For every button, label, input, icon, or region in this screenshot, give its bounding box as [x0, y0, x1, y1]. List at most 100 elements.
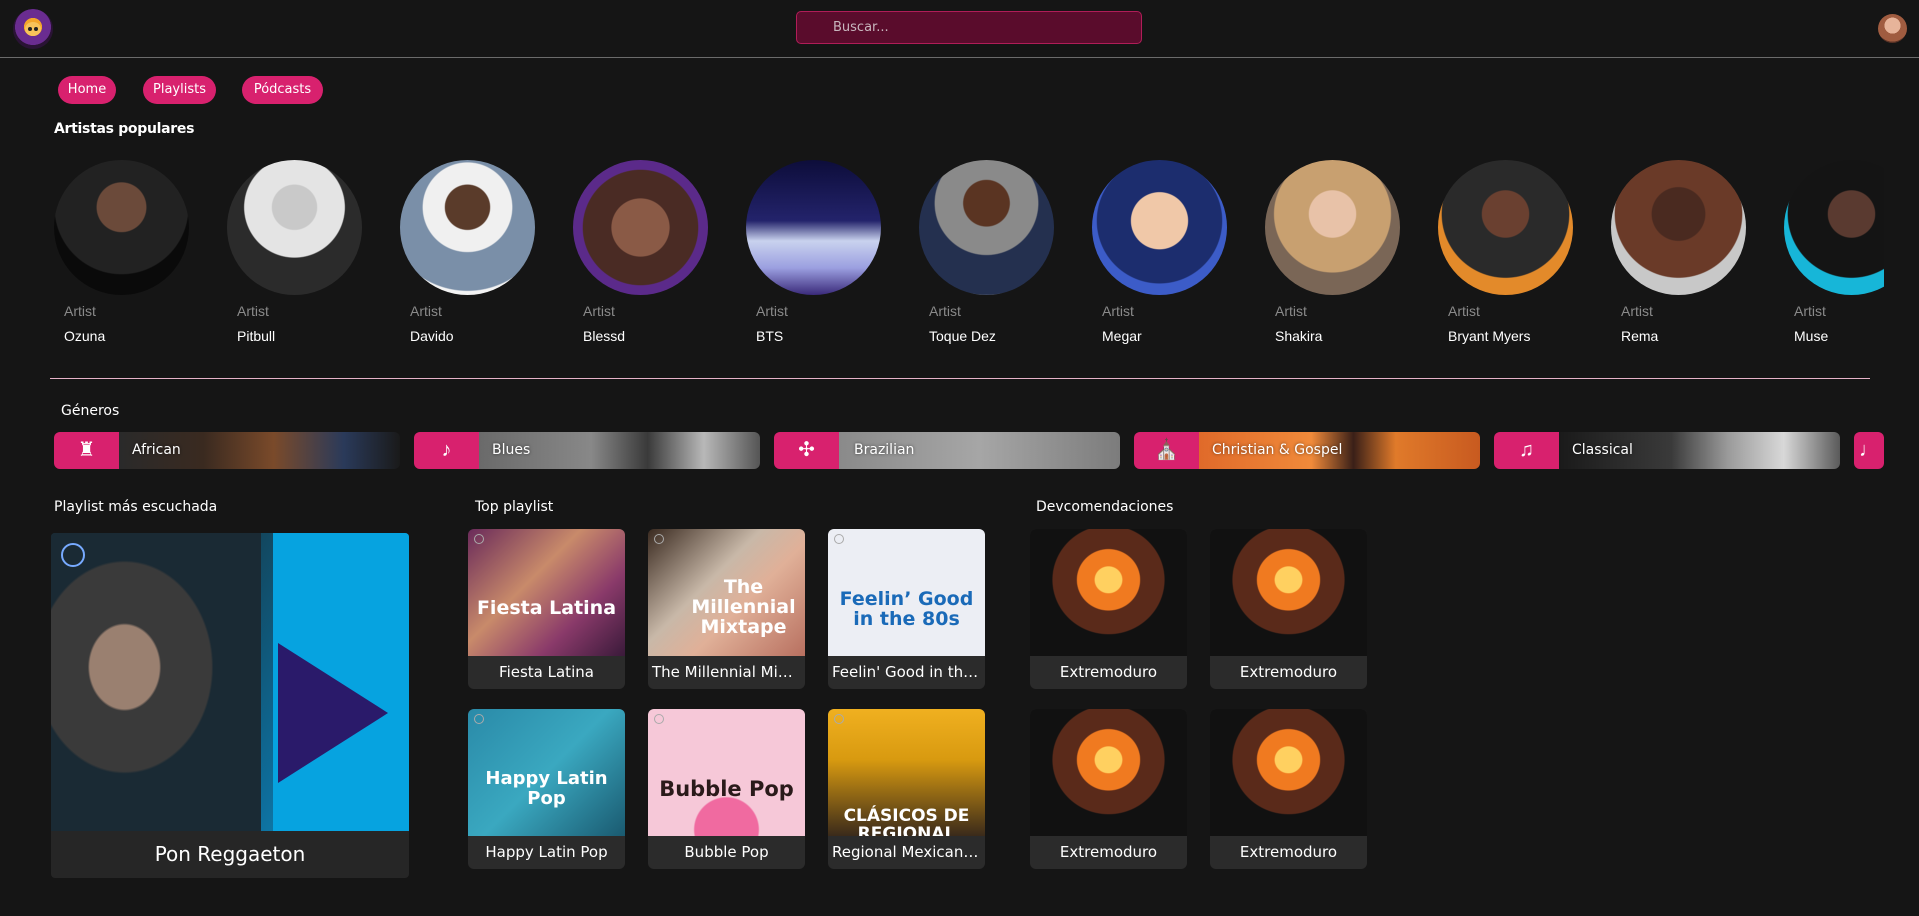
album-cover: [1210, 529, 1367, 656]
artist-card[interactable]: Artist Megar: [1092, 160, 1227, 350]
genres-section-title: Géneros: [61, 403, 120, 419]
badge-icon: [474, 714, 484, 724]
artist-card[interactable]: Artist Toque Dez: [919, 160, 1054, 350]
church-icon: ⛪: [1134, 432, 1199, 469]
top-playlist-card[interactable]: CLÁSICOS DE REGIONAL Regional Mexican Cl…: [828, 709, 985, 869]
artist-card[interactable]: Artist Shakira: [1265, 160, 1400, 350]
badge-icon: [654, 714, 664, 724]
playlist-cover: Feelin’ Good in the 80s: [828, 529, 985, 656]
recommendation-card[interactable]: Extremoduro: [1030, 529, 1187, 689]
artist-photo: [746, 160, 881, 295]
recommendation-card[interactable]: Extremoduro: [1210, 529, 1367, 689]
playlist-cover: CLÁSICOS DE REGIONAL: [828, 709, 985, 836]
cover-triangle: [278, 643, 388, 783]
user-avatar[interactable]: [1878, 14, 1907, 43]
cover-photo: [51, 533, 261, 831]
logo-eye: [28, 27, 32, 31]
album-cover: [1030, 529, 1187, 656]
genre-label: Blues: [492, 442, 531, 458]
cover-text: CLÁSICOS DE REGIONAL: [843, 806, 970, 836]
artist-card[interactable]: Artist Blessd: [573, 160, 708, 350]
artist-name: Shakira: [1275, 328, 1323, 344]
nav-playlists-button[interactable]: Playlists: [143, 76, 216, 104]
search-box[interactable]: [796, 11, 1142, 44]
search-input[interactable]: [797, 12, 1141, 43]
artist-card[interactable]: Artist Bryant Myers: [1438, 160, 1573, 350]
top-playlist-card[interactable]: Feelin’ Good in the 80s Feelin' Good in …: [828, 529, 985, 689]
genre-classical[interactable]: ♫ Classical: [1494, 432, 1840, 469]
badge-icon: [474, 534, 484, 544]
playlist-cover: The Millennial Mixtape: [648, 529, 805, 656]
cover-text: Feelin’ Good in the 80s: [839, 588, 974, 630]
app-logo[interactable]: [13, 9, 53, 49]
artist-card[interactable]: Artist Pitbull: [227, 160, 362, 350]
genre-next[interactable]: ♩: [1854, 432, 1884, 469]
artist-card[interactable]: Artist Ozuna: [54, 160, 189, 350]
cover-text: Fiesta Latina: [476, 597, 617, 619]
artist-kind: Artist: [1621, 303, 1653, 319]
most-played-playlist[interactable]: Pon Reggaeton: [51, 533, 409, 878]
artist-photo: [1784, 160, 1884, 295]
genre-label: Classical: [1572, 442, 1633, 458]
artist-photo: [227, 160, 362, 295]
artist-kind: Artist: [756, 303, 788, 319]
recommendation-card[interactable]: Extremoduro: [1030, 709, 1187, 869]
artist-card[interactable]: Artist Rema: [1611, 160, 1746, 350]
genre-blues[interactable]: ♪ Blues: [414, 432, 760, 469]
playlist-cover: [51, 533, 409, 831]
artist-kind: Artist: [1794, 303, 1826, 319]
artist-kind: Artist: [929, 303, 961, 319]
top-playlist-card[interactable]: Bubble Pop Bubble Pop: [648, 709, 805, 869]
artist-name: Davido: [410, 328, 454, 344]
nav-home-button[interactable]: Home: [58, 76, 116, 104]
genre-christian-gospel[interactable]: ⛪ Christian & Gospel: [1134, 432, 1480, 469]
music-note-icon: ♩: [1854, 432, 1884, 469]
play-circle-icon[interactable]: [61, 543, 85, 567]
artist-name: Blessd: [583, 328, 626, 344]
genre-brazilian[interactable]: ✣ Brazilian: [774, 432, 1120, 469]
album-cover: [1030, 709, 1187, 836]
artist-kind: Artist: [64, 303, 96, 319]
artist-photo: [1611, 160, 1746, 295]
cover-text: Happy Latin Pop: [485, 768, 608, 809]
top-playlist-card[interactable]: Fiesta Latina Fiesta Latina: [468, 529, 625, 689]
artist-name: BTS: [756, 328, 784, 344]
artist-name: Pitbull: [237, 328, 276, 344]
playlist-name: Happy Latin Pop: [485, 843, 608, 861]
album-name: Extremoduro: [1059, 663, 1158, 681]
artist-name: Toque Dez: [929, 328, 996, 344]
top-playlist-title: Top playlist: [475, 499, 554, 515]
artist-kind: Artist: [1448, 303, 1480, 319]
badge-icon: [834, 534, 844, 544]
top-playlist-card[interactable]: Happy Latin Pop Happy Latin Pop: [468, 709, 625, 869]
logo-eye: [34, 27, 38, 31]
artist-photo: [1265, 160, 1400, 295]
album-name: Extremoduro: [1239, 843, 1338, 861]
genre-african[interactable]: ♜ African: [54, 432, 400, 469]
artist-photo: [573, 160, 708, 295]
artist-photo: [919, 160, 1054, 295]
nav-podcasts-button[interactable]: Pódcasts: [242, 76, 323, 104]
artist-card[interactable]: Artist BTS: [746, 160, 881, 350]
artist-card[interactable]: Artist Davido: [400, 160, 535, 350]
top-playlist-card[interactable]: The Millennial Mixtape The Millennial Mi…: [648, 529, 805, 689]
genre-label: African: [132, 442, 181, 458]
genre-label: Christian & Gospel: [1212, 442, 1343, 458]
artist-photo: [1438, 160, 1573, 295]
artist-photo: [54, 160, 189, 295]
artist-card[interactable]: Artist Muse: [1784, 160, 1884, 350]
artists-section-title: Artistas populares: [54, 121, 195, 137]
playlist-name: The Millennial Mixtape: [652, 663, 805, 681]
artist-photo: [1092, 160, 1227, 295]
artist-name: Bryant Myers: [1448, 328, 1531, 344]
artist-name: Megar: [1102, 328, 1142, 344]
playlist-name: Fiesta Latina: [499, 663, 594, 681]
playlist-cover: Happy Latin Pop: [468, 709, 625, 836]
artist-name: Rema: [1621, 328, 1659, 344]
artist-name: Ozuna: [64, 328, 106, 344]
recommendations-title: Devcomendaciones: [1036, 499, 1174, 515]
cover-text: Bubble Pop: [659, 777, 794, 801]
artist-kind: Artist: [237, 303, 269, 319]
playlist-cover: Fiesta Latina: [468, 529, 625, 656]
recommendation-card[interactable]: Extremoduro: [1210, 709, 1367, 869]
